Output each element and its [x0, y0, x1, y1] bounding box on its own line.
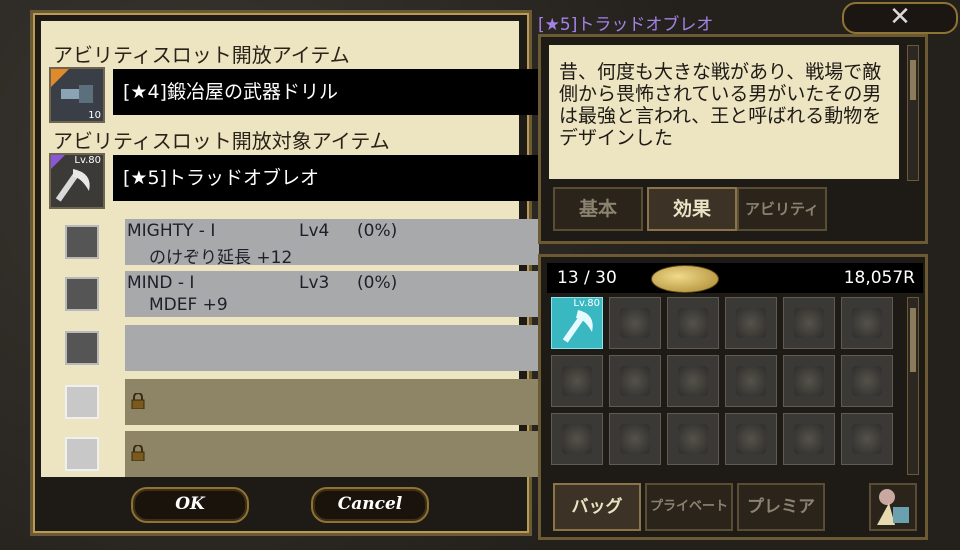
ok-button[interactable]: OK [131, 487, 249, 523]
cancel-button[interactable]: Cancel [311, 487, 429, 523]
slot-name: MIND - I [127, 273, 195, 293]
slot-percent: (0%) [357, 273, 398, 293]
slot-level: Lv3 [299, 273, 330, 293]
close-icon: ✕ [889, 2, 911, 32]
ability-slot-dialog: アビリティスロット開放アイテム 10 [★4]鍛冶屋の武器ドリル アビリティスロ… [30, 10, 547, 536]
inventory-slot[interactable] [725, 297, 777, 349]
item-description: 昔、何度も大きな戦があり、戦場で敵側から畏怖されている男がいたその男は最強と言わ… [549, 45, 899, 179]
tab-bag[interactable]: バッグ [553, 483, 641, 531]
empty-slot-emblem [852, 424, 882, 454]
slot-level: Lv4 [299, 221, 330, 241]
slot-row-5 [65, 431, 539, 477]
lock-icon [131, 393, 145, 409]
inventory-slot[interactable] [841, 413, 893, 465]
scroll-thumb[interactable] [910, 60, 916, 100]
inventory-header: 13 / 30 18,057R [547, 263, 923, 293]
empty-slot-emblem [678, 424, 708, 454]
close-button[interactable]: ✕ [842, 2, 958, 34]
item-title: [★5]トラッドオブレオ [538, 15, 714, 35]
inventory-slot[interactable] [783, 413, 835, 465]
empty-slot-emblem [620, 308, 650, 338]
shapes-icon [877, 489, 909, 525]
tab-premium[interactable]: プレミア [737, 483, 825, 531]
empty-slot-emblem [736, 308, 766, 338]
inventory-slot[interactable] [725, 355, 777, 407]
inventory-slot[interactable] [667, 413, 719, 465]
inventory-slot[interactable] [551, 413, 603, 465]
slot-checkbox-4 [65, 385, 99, 419]
slot-checkbox-1[interactable] [65, 225, 99, 259]
item-level: Lv.80 [573, 298, 600, 309]
section2-title: アビリティスロット開放対象アイテム [53, 129, 390, 153]
inventory-count: 13 / 30 [557, 268, 617, 288]
slot-percent: (0%) [357, 221, 398, 241]
slot-row-2[interactable]: MIND - I Lv3 (0%) MDEF +9 [65, 271, 539, 317]
slot-row-3[interactable] [65, 325, 539, 371]
lock-icon [131, 445, 145, 461]
description-panel: 昔、何度も大きな戦があり、戦場で敵側から畏怖されている男がいたその男は最強と言わ… [538, 34, 928, 244]
inventory-slot[interactable] [609, 355, 661, 407]
inventory-slot[interactable] [609, 413, 661, 465]
empty-slot-emblem [620, 424, 650, 454]
coin-icon [651, 265, 719, 293]
tab-ability[interactable]: アビリティ [737, 187, 827, 231]
item-level: Lv.80 [74, 155, 101, 166]
slot-info-2: MIND - I Lv3 (0%) MDEF +9 [125, 271, 539, 317]
item1-name: [★4]鍛冶屋の武器ドリル [113, 69, 547, 115]
scroll-thumb[interactable] [910, 308, 916, 372]
empty-slot-emblem [852, 308, 882, 338]
slot-info-5 [125, 431, 539, 477]
empty-slot-emblem [678, 366, 708, 396]
inventory-slot[interactable] [667, 355, 719, 407]
slot-checkbox-2[interactable] [65, 277, 99, 311]
empty-slot-emblem [620, 366, 650, 396]
inventory-panel: 13 / 30 18,057R Lv.80 バッグ プライベート プレミア [538, 254, 928, 540]
tab-private[interactable]: プライベート [645, 483, 733, 531]
inventory-slot[interactable] [609, 297, 661, 349]
description-scrollbar[interactable] [907, 45, 919, 181]
inventory-slot[interactable] [783, 297, 835, 349]
drill-item-icon[interactable]: 10 [49, 67, 105, 123]
empty-slot-emblem [794, 424, 824, 454]
slot-row-1[interactable]: MIGHTY - I Lv4 (0%) のけぞり延長 +12 [65, 219, 539, 268]
empty-slot-emblem [678, 308, 708, 338]
empty-slot-emblem [736, 424, 766, 454]
inventory-scrollbar[interactable] [907, 297, 919, 475]
empty-slot-emblem [794, 308, 824, 338]
empty-slot-emblem [562, 424, 592, 454]
inventory-slot[interactable] [667, 297, 719, 349]
dialog-body: アビリティスロット開放アイテム 10 [★4]鍛冶屋の武器ドリル アビリティスロ… [41, 21, 547, 477]
slot-info-4 [125, 379, 539, 425]
axe-item-icon[interactable]: Lv.80 [49, 153, 105, 209]
slot-info-3 [125, 325, 539, 371]
slot-effect: のけぞり延長 +12 [149, 248, 293, 268]
tab-basic[interactable]: 基本 [553, 187, 643, 231]
slot-row-4 [65, 379, 539, 425]
inventory-slot[interactable] [841, 355, 893, 407]
inventory-slot[interactable] [783, 355, 835, 407]
money-amount: 18,057R [843, 268, 915, 288]
item2-name: [★5]トラッドオブレオ [113, 155, 547, 201]
tab-effect[interactable]: 効果 [647, 187, 737, 231]
empty-slot-emblem [852, 366, 882, 396]
empty-slot-emblem [736, 366, 766, 396]
item-count: 10 [88, 110, 101, 121]
empty-slot-emblem [562, 366, 592, 396]
empty-slot-emblem [794, 366, 824, 396]
slot-checkbox-5 [65, 437, 99, 471]
inventory-slot[interactable] [551, 355, 603, 407]
inventory-slot[interactable] [841, 297, 893, 349]
section1-title: アビリティスロット開放アイテム [53, 43, 350, 67]
slot-checkbox-3[interactable] [65, 331, 99, 365]
slot-name: MIGHTY - I [127, 221, 216, 241]
shop-button[interactable] [869, 483, 917, 531]
inventory-slot[interactable] [725, 413, 777, 465]
slot-effect: MDEF +9 [149, 295, 228, 315]
inventory-slot[interactable]: Lv.80 [551, 297, 603, 349]
slot-info-1: MIGHTY - I Lv4 (0%) のけぞり延長 +12 [125, 219, 539, 268]
